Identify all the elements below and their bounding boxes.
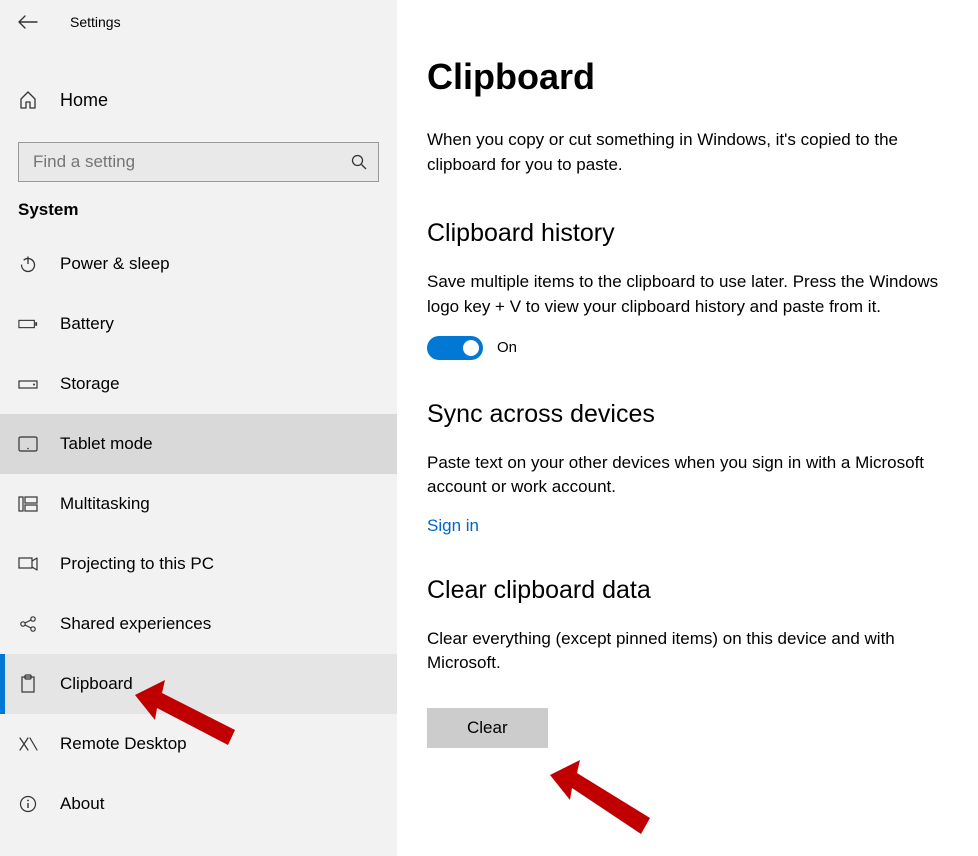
nav-list: Power & sleep Battery Storage Tablet mod… (0, 234, 397, 834)
nav-item-shared-experiences[interactable]: Shared experiences (0, 594, 397, 654)
battery-icon (18, 317, 38, 331)
nav-item-about[interactable]: About (0, 774, 397, 834)
nav-item-label: Remote Desktop (60, 734, 187, 754)
nav-item-storage[interactable]: Storage (0, 354, 397, 414)
power-icon (18, 255, 38, 273)
tablet-icon (18, 436, 38, 452)
clipboard-history-desc: Save multiple items to the clipboard to … (427, 270, 952, 319)
toggle-state-label: On (497, 339, 517, 356)
nav-item-label: Battery (60, 314, 114, 334)
sign-in-link[interactable]: Sign in (427, 516, 479, 536)
nav-item-tablet-mode[interactable]: Tablet mode (0, 414, 397, 474)
nav-item-label: Multitasking (60, 494, 150, 514)
nav-item-label: Projecting to this PC (60, 554, 214, 574)
nav-item-power-sleep[interactable]: Power & sleep (0, 234, 397, 294)
info-icon (18, 795, 38, 813)
nav-item-clipboard[interactable]: Clipboard (0, 654, 397, 714)
back-icon[interactable] (18, 15, 38, 29)
nav-item-label: About (60, 794, 104, 814)
nav-item-battery[interactable]: Battery (0, 294, 397, 354)
storage-icon (18, 377, 38, 391)
home-label: Home (60, 90, 108, 111)
settings-sidebar: Settings Home System Power & sleep (0, 0, 397, 856)
clear-desc: Clear everything (except pinned items) o… (427, 627, 952, 676)
category-label: System (0, 200, 397, 234)
clipboard-icon (18, 674, 38, 694)
nav-item-projecting[interactable]: Projecting to this PC (0, 534, 397, 594)
nav-home[interactable]: Home (0, 70, 397, 130)
nav-item-multitasking[interactable]: Multitasking (0, 474, 397, 534)
clear-heading: Clear clipboard data (427, 576, 952, 605)
nav-item-label: Storage (60, 374, 120, 394)
search-icon[interactable] (351, 154, 367, 170)
nav-item-label: Clipboard (60, 674, 133, 694)
nav-item-label: Shared experiences (60, 614, 211, 634)
nav-item-label: Tablet mode (60, 434, 153, 454)
remote-desktop-icon (18, 736, 38, 752)
nav-item-remote-desktop[interactable]: Remote Desktop (0, 714, 397, 774)
sync-heading: Sync across devices (427, 400, 952, 429)
main-content: Clipboard When you copy or cut something… (397, 0, 978, 856)
window-title: Settings (70, 14, 121, 30)
share-icon (18, 615, 38, 633)
clear-button[interactable]: Clear (427, 708, 548, 748)
home-icon (18, 90, 38, 110)
sync-desc: Paste text on your other devices when yo… (427, 451, 952, 500)
nav-item-label: Power & sleep (60, 254, 170, 274)
projecting-icon (18, 556, 38, 572)
clipboard-history-toggle[interactable] (427, 336, 483, 360)
page-title: Clipboard (427, 56, 952, 98)
clipboard-history-heading: Clipboard history (427, 219, 952, 248)
multitasking-icon (18, 496, 38, 512)
search-input[interactable] (18, 142, 379, 182)
page-intro: When you copy or cut something in Window… (427, 128, 947, 177)
